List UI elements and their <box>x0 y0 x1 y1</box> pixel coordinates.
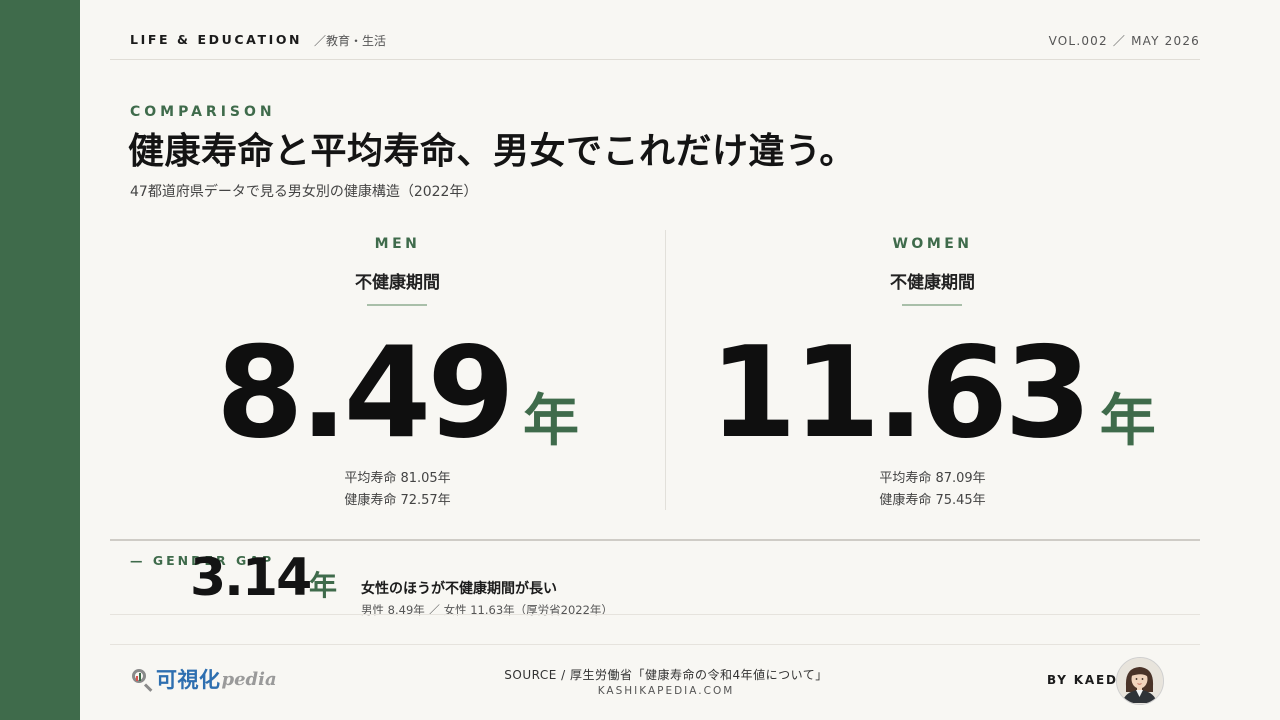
men-metric-underline <box>367 304 427 306</box>
men-healthy-life-expectancy: 健康寿命 72.57年 <box>344 493 451 508</box>
men-unit: 年 <box>522 389 579 454</box>
men-metric-label: 不健康期間 <box>355 273 440 293</box>
women-unhealthy-years-value: 11.63 <box>709 319 1092 466</box>
gender-gap-source: 男性 8.49年 ／ 女性 11.63年（厚労省2022年） <box>361 603 613 617</box>
footer-source: SOURCE / 厚生労働省「健康寿命の令和4年値について」 <box>504 668 828 682</box>
volume-date: VOL.002 ／ MAY 2026 <box>1048 34 1200 48</box>
gap-divider-top <box>110 539 1200 541</box>
men-life-expectancy: 平均寿命 81.05年 <box>344 471 451 486</box>
magnifier-chart-icon <box>130 667 154 692</box>
gap-divider-bottom <box>110 614 1200 615</box>
women-metric-underline <box>902 304 962 306</box>
women-value-row: 11.63 年 <box>665 316 1200 456</box>
person-avatar-icon <box>1117 658 1162 703</box>
site-logo[interactable]: 可視化 pedia <box>130 664 277 694</box>
page-title: 健康寿命と平均寿命、男女でこれだけ違う。 <box>128 131 856 172</box>
footer-divider <box>110 644 1200 645</box>
men-value-row: 8.49 年 <box>130 316 665 456</box>
sidebar-accent-bar <box>0 0 80 720</box>
section-brand: LIFE & EDUCATION <box>130 32 303 47</box>
gender-gap-note: 女性のほうが不健康期間が長い <box>361 581 557 597</box>
women-unit: 年 <box>1099 389 1156 454</box>
women-life-expectancy: 平均寿命 87.09年 <box>879 471 986 486</box>
category-label: ／教育・生活 <box>314 34 387 48</box>
women-panel: WOMEN 不健康期間 11.63 年 平均寿命 87.09年 健康寿命 75.… <box>665 230 1200 510</box>
women-metric-label: 不健康期間 <box>890 273 975 293</box>
men-unhealthy-years-value: 8.49 <box>216 319 515 466</box>
logo-text-en: pedia <box>221 668 277 690</box>
hero-eyebrow: COMPARISON <box>130 104 276 120</box>
women-label: WOMEN <box>892 236 973 252</box>
men-panel: MEN 不健康期間 8.49 年 平均寿命 81.05年 健康寿命 72.57年 <box>130 230 665 510</box>
gender-gap-value: 3.14 <box>190 548 312 608</box>
header-divider <box>110 59 1200 60</box>
women-healthy-life-expectancy: 健康寿命 75.45年 <box>879 493 986 508</box>
page-subtitle: 47都道府県データで見る男女別の健康構造（2022年） <box>130 184 478 200</box>
gender-gap-unit: 年 <box>309 569 338 602</box>
footer-site-url[interactable]: KASHIKAPEDIA.COM <box>416 685 916 697</box>
author-avatar <box>1116 657 1164 705</box>
men-label: MEN <box>374 236 421 252</box>
logo-text-jp: 可視化 <box>156 668 221 692</box>
